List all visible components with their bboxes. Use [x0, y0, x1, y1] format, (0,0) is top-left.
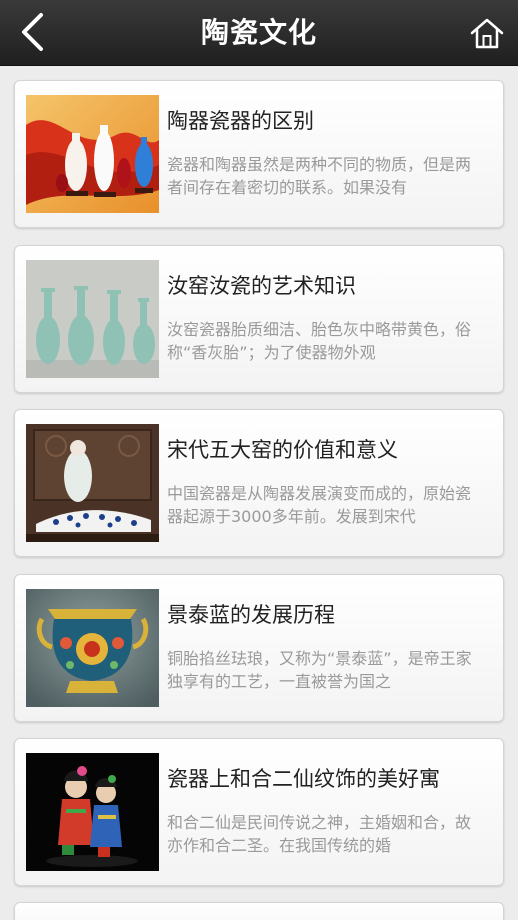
- article-card[interactable]: 宋代五大窑的价值和意义 中国瓷器是从陶器发展演变而成的，原始瓷器起源于3000多…: [14, 409, 504, 557]
- article-title: 陶器瓷器的区别: [167, 109, 314, 133]
- article-title: 汝窑汝瓷的艺术知识: [167, 274, 356, 298]
- article-excerpt: 和合二仙是民间传说之神，主婚姻和合，故亦作和合二圣。在我国传统的婚: [167, 813, 472, 855]
- article-card[interactable]: 瓷器上和合二仙纹饰的美好寓 和合二仙是民间传说之神，主婚姻和合，故亦作和合二圣。…: [14, 738, 504, 886]
- top-bar: 陶瓷文化: [0, 0, 518, 66]
- article-excerpt: 中国瓷器是从陶器发展演变而成的，原始瓷器起源于3000多年前。发展到宋代: [167, 484, 472, 526]
- article-card[interactable]: 汝窑汝瓷的艺术知识 汝窑瓷器胎质细洁、胎色灰中略带黄色，俗称“香灰胎”；为了使器…: [14, 245, 504, 393]
- home-button[interactable]: [466, 12, 508, 54]
- home-icon: [470, 18, 504, 49]
- article-excerpt: 汝窑瓷器胎质细洁、胎色灰中略带黄色，俗称“香灰胎”；为了使器物外观: [167, 320, 472, 362]
- article-thumbnail: [26, 424, 159, 542]
- article-thumbnail: [26, 260, 159, 378]
- article-thumbnail: [26, 589, 159, 707]
- article-thumbnail: [26, 95, 159, 213]
- article-excerpt: 瓷器和陶器虽然是两种不同的物质，但是两者间存在着密切的联系。如果没有: [167, 155, 472, 197]
- article-excerpt: 铜胎掐丝珐琅，又称为“景泰蓝”，是帝王家独享有的工艺，一直被誉为国之: [167, 649, 472, 691]
- article-title: 景泰蓝的发展历程: [167, 603, 335, 627]
- page-title: 陶瓷文化: [200, 16, 317, 49]
- article-title: 瓷器上和合二仙纹饰的美好寓: [167, 767, 440, 791]
- article-title: 宋代五大窑的价值和意义: [167, 438, 398, 462]
- article-card[interactable]: 景泰蓝的发展历程 铜胎掐丝珐琅，又称为“景泰蓝”，是帝王家独享有的工艺，一直被誉…: [14, 574, 504, 722]
- article-thumbnail: [26, 753, 159, 871]
- article-card[interactable]: [14, 902, 504, 920]
- article-card[interactable]: 陶器瓷器的区别 瓷器和陶器虽然是两种不同的物质，但是两者间存在着密切的联系。如果…: [14, 80, 504, 228]
